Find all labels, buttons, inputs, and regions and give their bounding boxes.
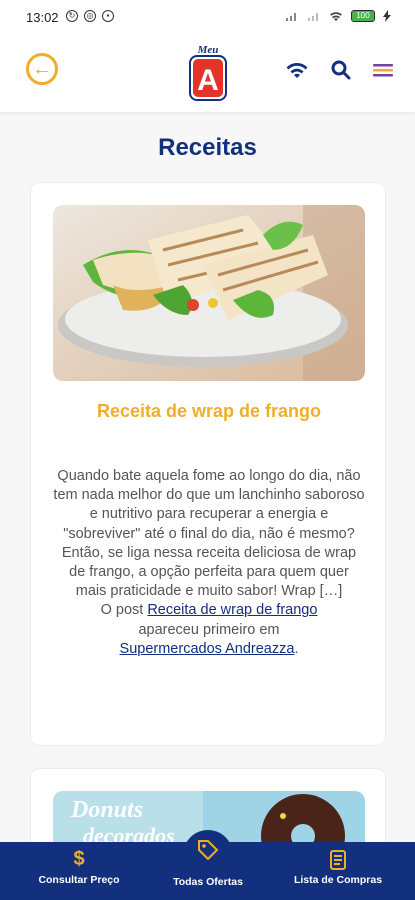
footer-suffix: .	[294, 640, 299, 657]
status-notification-icons: ↻ ◎ ▪	[66, 10, 114, 22]
app-header: ← Meu A	[0, 36, 415, 112]
post-link[interactable]: Receita de wrap de frango	[147, 602, 317, 618]
nav-consultar-preco[interactable]: $ Consultar Preço	[24, 842, 134, 900]
nav-label: Consultar Preço	[38, 874, 120, 886]
image-caption: Donuts	[70, 797, 143, 823]
wifi-status-icon	[330, 12, 342, 21]
site-link[interactable]: Supermercados Andreazza	[120, 641, 295, 657]
status-system-icons: 100	[285, 10, 391, 22]
battery-icon: 100	[351, 10, 375, 22]
notification-icon: ↻	[66, 10, 78, 22]
signal-icon	[286, 13, 296, 21]
signal-icon	[308, 13, 318, 21]
back-button[interactable]: ←	[26, 53, 58, 85]
logo-text: Meu	[197, 44, 219, 56]
excerpt-text: Quando bate aquela fome ao longo do dia,…	[53, 468, 365, 600]
notification-icon: ◎	[84, 10, 96, 22]
menu-icon[interactable]	[373, 63, 393, 77]
footer-middle: apareceu primeiro em	[138, 621, 280, 638]
status-time: 13:02	[26, 10, 59, 25]
nav-label: Lista de Compras	[293, 874, 383, 886]
recipe-excerpt: Quando bate aquela fome ao longo do dia,…	[53, 467, 365, 659]
nav-label: Todas Ofertas	[173, 876, 243, 888]
recipe-title-link[interactable]: Receita de wrap de frango	[53, 401, 365, 422]
wifi-icon[interactable]	[285, 61, 309, 79]
tag-icon	[198, 840, 219, 861]
recipe-image[interactable]	[53, 205, 365, 381]
list-icon	[330, 850, 346, 870]
app-logo[interactable]: Meu A	[185, 42, 231, 102]
recipe-card[interactable]: Receita de wrap de frango Quando bate aq…	[30, 182, 386, 746]
nav-lista-compras[interactable]: Lista de Compras	[283, 842, 393, 900]
logo-letter: A	[197, 64, 219, 97]
bottom-nav: $ Consultar Preço Todas Ofertas Lista de…	[0, 830, 415, 900]
page-title: Receitas	[158, 134, 257, 161]
status-bar: 13:02 ↻ ◎ ▪ 100	[0, 0, 415, 36]
footer-prefix: O post	[100, 602, 144, 619]
nav-todas-ofertas[interactable]: Todas Ofertas	[153, 840, 263, 900]
notification-icon: ▪	[102, 10, 114, 22]
charging-icon	[383, 10, 391, 22]
search-icon[interactable]	[331, 60, 351, 80]
dollar-icon: $	[73, 848, 85, 870]
